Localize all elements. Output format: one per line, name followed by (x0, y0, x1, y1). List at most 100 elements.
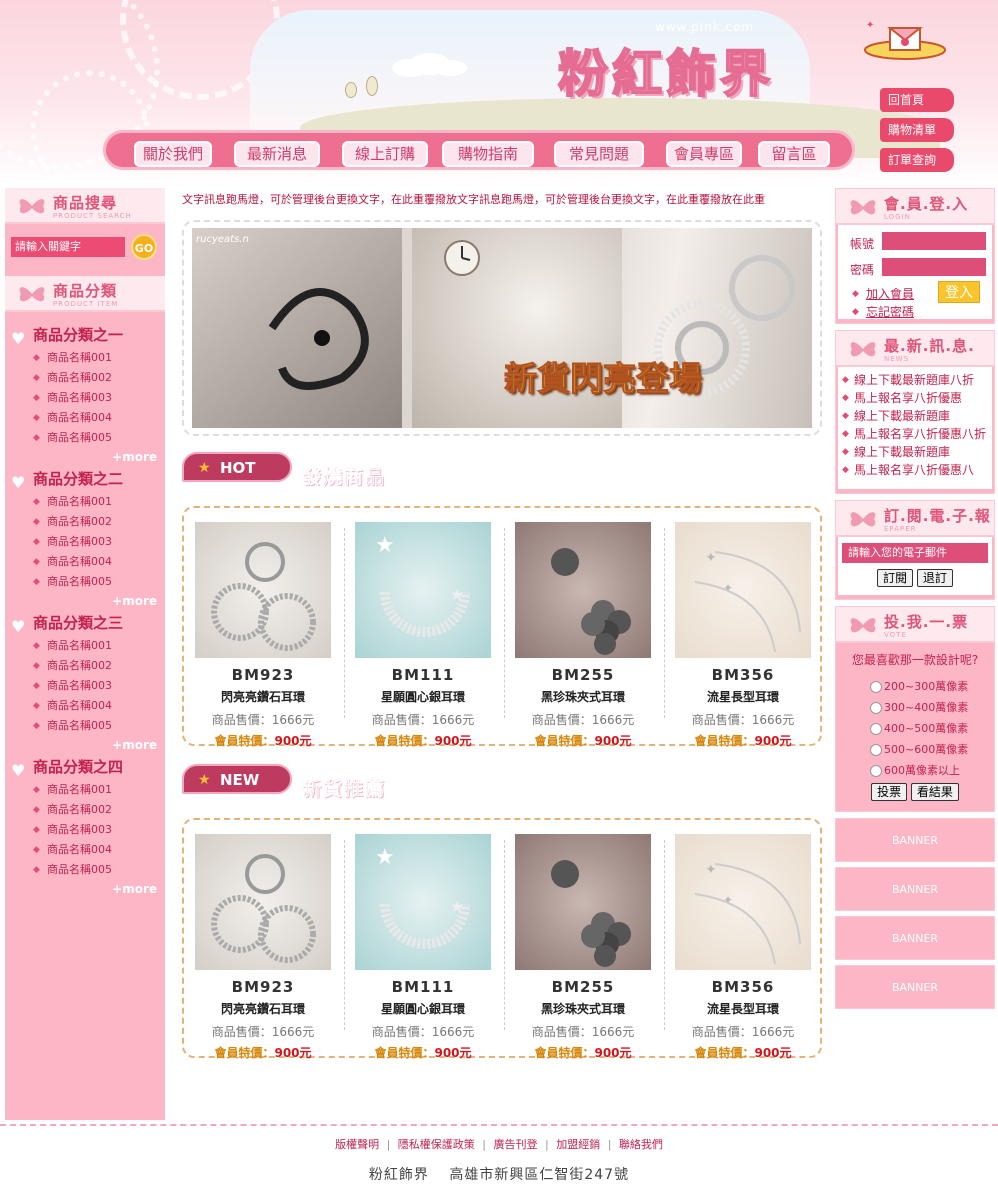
category-item[interactable]: 商品名稱001 (5, 348, 165, 368)
product-image[interactable] (195, 522, 331, 658)
category-item[interactable]: 商品名稱005 (5, 716, 165, 736)
category-item[interactable]: 商品名稱005 (5, 428, 165, 448)
banner-ad[interactable]: BANNER (835, 818, 995, 862)
category-item[interactable]: 商品名稱003 (5, 676, 165, 696)
product-image[interactable]: ✦ ✦ (675, 834, 811, 970)
category-item[interactable]: 商品名稱004 (5, 840, 165, 860)
account-input[interactable] (882, 232, 986, 250)
vote-option-radio[interactable]: 500~600萬像素 (838, 739, 992, 760)
category-item[interactable]: 商品名稱003 (5, 388, 165, 408)
product-card[interactable]: BM255 黑珍珠夾式耳環 商品售價：1666元 會員特價：900元 (514, 522, 652, 749)
product-name[interactable]: 流星長型耳環 (674, 1000, 812, 1017)
product-card[interactable]: BM923 閃亮亮鑽石耳環 商品售價：1666元 會員特價：900元 (194, 834, 332, 1061)
product-image[interactable]: ★ ★ (355, 522, 491, 658)
category-heading[interactable]: ♥ 商品分類之四 (5, 754, 165, 780)
banner-ad[interactable]: BANNER (835, 965, 995, 1009)
product-code[interactable]: BM111 (354, 978, 492, 996)
vote-option-radio[interactable]: 300~400萬像素 (838, 697, 992, 718)
product-card[interactable]: ✦ ✦ BM356 流星長型耳環 商品售價：1666元 會員特價：900元 (674, 834, 812, 1061)
product-code[interactable]: BM255 (514, 666, 652, 684)
unsubscribe-button[interactable]: 退訂 (916, 569, 953, 587)
news-item[interactable]: 線上下載最新題庫八折 (838, 371, 992, 389)
category-item[interactable]: 商品名稱005 (5, 860, 165, 880)
category-heading[interactable]: ♥ 商品分類之二 (5, 466, 165, 492)
product-name[interactable]: 黑珍珠夾式耳環 (514, 1000, 652, 1017)
site-logo[interactable]: 粉紅飾界 (557, 34, 774, 106)
news-item[interactable]: 馬上報名享八折優惠八 (838, 461, 992, 479)
category-item[interactable]: 商品名稱001 (5, 636, 165, 656)
nav-faq[interactable]: 常見問題 (554, 141, 644, 167)
vote-option-radio[interactable]: 400~500萬像素 (838, 718, 992, 739)
banner-ad[interactable]: BANNER (835, 916, 995, 960)
nav-news[interactable]: 最新消息 (234, 141, 320, 167)
more-link[interactable]: +more (5, 736, 165, 754)
product-card[interactable]: BM255 黑珍珠夾式耳環 商品售價：1666元 會員特價：900元 (514, 834, 652, 1061)
category-heading[interactable]: ♥ 商品分類之三 (5, 610, 165, 636)
product-card[interactable]: BM923 閃亮亮鑽石耳環 商品售價：1666元 會員特價：900元 (194, 522, 332, 749)
news-item[interactable]: 線上下載最新題庫 (838, 407, 992, 425)
subscribe-button[interactable]: 訂閱 (877, 569, 914, 587)
category-item[interactable]: 商品名稱003 (5, 820, 165, 840)
hero-banner[interactable]: rucyeats.n 新貨閃亮登場 (182, 220, 822, 436)
product-code[interactable]: BM923 (194, 666, 332, 684)
news-item[interactable]: 馬上報名享八折優惠 (838, 389, 992, 407)
vote-button[interactable]: 投票 (871, 783, 908, 801)
product-name[interactable]: 星願圓心銀耳環 (354, 688, 492, 705)
category-item[interactable]: 商品名稱004 (5, 696, 165, 716)
product-image[interactable] (515, 834, 651, 970)
category-item[interactable]: 商品名稱001 (5, 492, 165, 512)
news-item[interactable]: 線上下載最新題庫 (838, 443, 992, 461)
nav-guestbook[interactable]: 留言區 (758, 141, 830, 167)
category-item[interactable]: 商品名稱003 (5, 532, 165, 552)
category-item[interactable]: 商品名稱004 (5, 408, 165, 428)
product-name[interactable]: 閃亮亮鑽石耳環 (194, 1000, 332, 1017)
footer-link[interactable]: 加盟經銷 (556, 1138, 600, 1151)
category-item[interactable]: 商品名稱002 (5, 800, 165, 820)
product-card[interactable]: ★ ★ BM111 星願圓心銀耳環 商品售價：1666元 會員特價：900元 (354, 834, 492, 1061)
order-query-button[interactable]: 訂單查詢 (880, 148, 954, 172)
footer-link[interactable]: 聯絡我們 (619, 1138, 663, 1151)
product-image[interactable]: ★ ★ (355, 834, 491, 970)
news-item[interactable]: 馬上報名享八折優惠八折 (838, 425, 992, 443)
category-item[interactable]: 商品名稱004 (5, 552, 165, 572)
footer-link[interactable]: 廣告刊登 (494, 1138, 538, 1151)
product-name[interactable]: 閃亮亮鑽石耳環 (194, 688, 332, 705)
category-item[interactable]: 商品名稱001 (5, 780, 165, 800)
view-result-button[interactable]: 看結果 (910, 783, 959, 801)
product-image[interactable]: ✦ ✦ (675, 522, 811, 658)
nav-about[interactable]: 關於我們 (134, 141, 212, 167)
product-code[interactable]: BM356 (674, 978, 812, 996)
nav-member[interactable]: 會員專區 (666, 141, 742, 167)
vote-option-radio[interactable]: 600萬像素以上 (838, 760, 992, 781)
category-heading[interactable]: ♥ 商品分類之一 (5, 322, 165, 348)
login-button[interactable]: 登入 (938, 281, 980, 303)
nav-order[interactable]: 線上訂購 (342, 141, 428, 167)
product-name[interactable]: 流星長型耳環 (674, 688, 812, 705)
product-code[interactable]: BM255 (514, 978, 652, 996)
vote-option-radio[interactable]: 200~300萬像素 (838, 676, 992, 697)
search-go-button[interactable]: GO (131, 234, 157, 260)
more-link[interactable]: +more (5, 880, 165, 898)
product-card[interactable]: ★ ★ BM111 星願圓心銀耳環 商品售價：1666元 會員特價：900元 (354, 522, 492, 749)
banner-ad[interactable]: BANNER (835, 867, 995, 911)
nav-guide[interactable]: 購物指南 (442, 141, 534, 167)
product-name[interactable]: 星願圓心銀耳環 (354, 1000, 492, 1017)
forgot-password-link[interactable]: 忘記密碼 (842, 303, 988, 321)
cart-button[interactable]: 購物清單 (880, 118, 954, 142)
product-image[interactable] (195, 834, 331, 970)
product-card[interactable]: ✦ ✦ BM356 流星長型耳環 商品售價：1666元 會員特價：900元 (674, 522, 812, 749)
product-image[interactable] (515, 522, 651, 658)
search-input[interactable]: 請輸入關鍵字 (11, 237, 125, 257)
product-code[interactable]: BM923 (194, 978, 332, 996)
email-field[interactable]: 請輸入您的電子郵件 (842, 543, 988, 563)
category-item[interactable]: 商品名稱002 (5, 368, 165, 388)
category-item[interactable]: 商品名稱005 (5, 572, 165, 592)
product-code[interactable]: BM111 (354, 666, 492, 684)
home-button[interactable]: 回首頁 (880, 88, 954, 112)
more-link[interactable]: +more (5, 592, 165, 610)
category-item[interactable]: 商品名稱002 (5, 656, 165, 676)
product-code[interactable]: BM356 (674, 666, 812, 684)
more-link[interactable]: +more (5, 448, 165, 466)
footer-link[interactable]: 版權聲明 (335, 1138, 379, 1151)
footer-link[interactable]: 隱私權保護政策 (398, 1138, 475, 1151)
